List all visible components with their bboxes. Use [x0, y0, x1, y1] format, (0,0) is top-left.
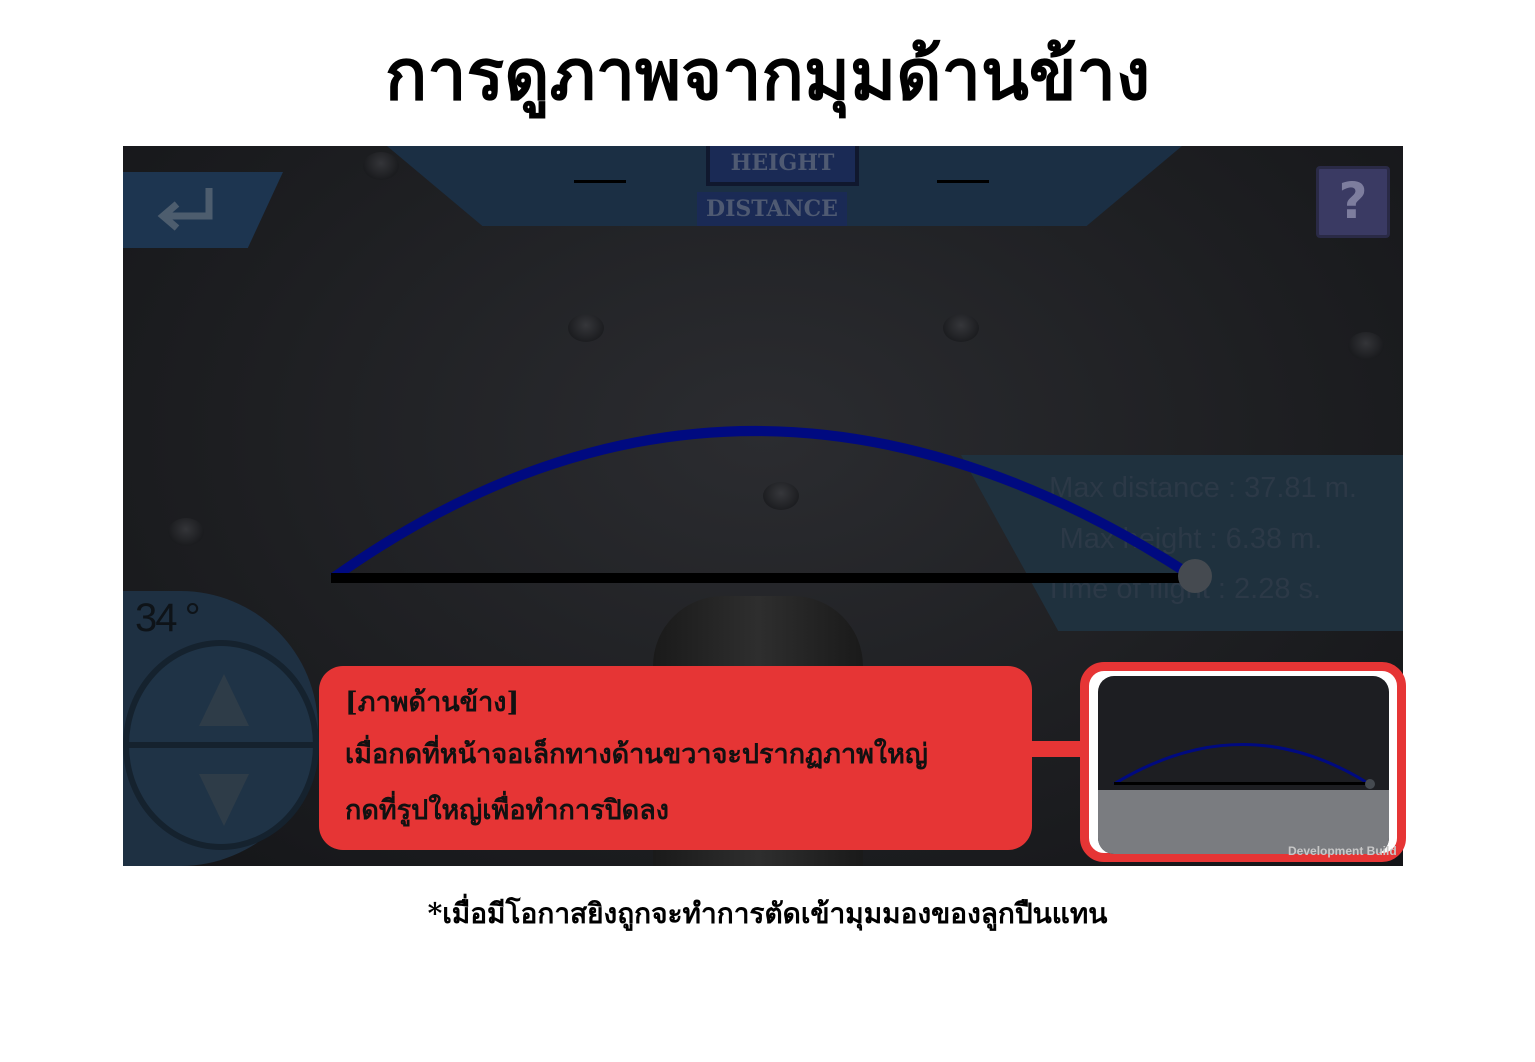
angle-value: 34 °: [135, 596, 201, 640]
triangle-up-icon[interactable]: [199, 674, 249, 726]
callout-connector: [1030, 741, 1086, 757]
projectile-ball: [1178, 559, 1212, 593]
callout-title: [ภาพด้านข้าง]: [345, 687, 520, 718]
page-title: การดูภาพจากมุมด้านข้าง: [384, 33, 1151, 116]
thumbnail-ground-line: [1114, 782, 1368, 785]
trajectory-arc: [330, 426, 1192, 583]
dial-divider: [123, 742, 319, 748]
ground-line: [331, 573, 1193, 583]
callout-line-3: กดที่รูปใหญ่เพื่อทำการปิดลง: [345, 795, 669, 826]
side-view-thumbnail[interactable]: [1098, 676, 1389, 854]
thumbnail-arc: [1113, 743, 1367, 786]
callout-line-2: เมื่อกดที่หน้าจอเล็กทางด้านขวาจะปรากฏภาพ…: [345, 739, 928, 770]
development-build-label: Development Build: [1288, 844, 1397, 858]
thumbnail-plot: [1113, 743, 1375, 789]
thumbnail-ball: [1365, 779, 1375, 789]
triangle-down-icon[interactable]: [199, 774, 249, 826]
footnote: *เมื่อมีโอกาสยิงถูกจะทำการตัดเข้ามุมมองข…: [427, 897, 1108, 930]
